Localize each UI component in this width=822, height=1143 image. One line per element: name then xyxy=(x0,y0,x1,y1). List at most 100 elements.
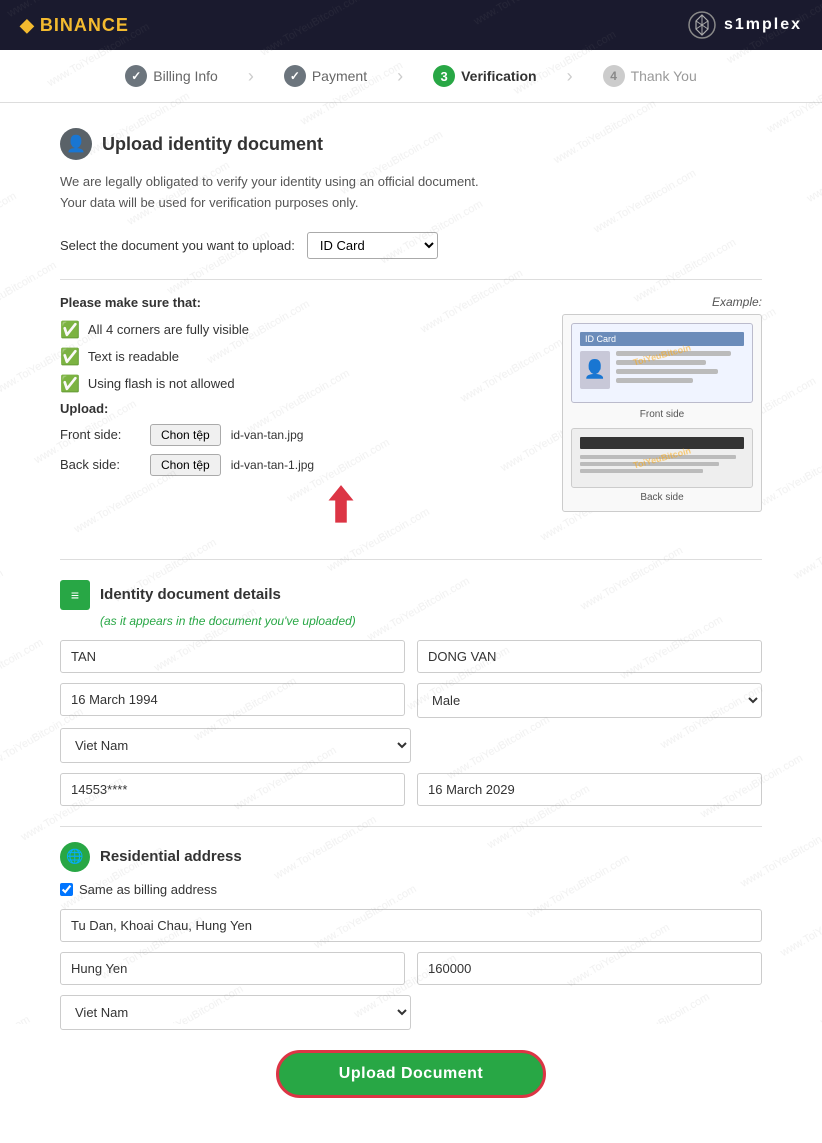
upload-inputs: Upload: Front side: Chon tệp id-van-tan.… xyxy=(60,401,542,524)
check-icon-3: ✅ xyxy=(60,374,80,394)
city-input[interactable] xyxy=(60,952,405,985)
identity-subtitle: (as it appears in the document you've up… xyxy=(100,614,762,628)
front-card-label: Front side xyxy=(571,409,753,420)
instructions-title: Please make sure that: xyxy=(60,295,542,310)
simplex-icon xyxy=(688,11,716,39)
id-back-stripe xyxy=(580,437,744,449)
doc-selector-row: Select the document you want to upload: … xyxy=(60,232,762,259)
postal-field xyxy=(417,952,762,985)
back-file-button[interactable]: Chon tệp xyxy=(150,454,221,476)
id-card-body: 👤 xyxy=(580,351,744,389)
main-content: 👤 Upload identity document We are legall… xyxy=(0,103,822,1143)
divider-1 xyxy=(60,279,762,280)
same-billing-checkbox[interactable] xyxy=(60,883,73,896)
step-sep-1: › xyxy=(248,66,254,87)
same-billing-row: Same as billing address xyxy=(60,882,762,897)
step-billing: ✓ Billing Info xyxy=(125,65,218,87)
front-upload-row: Front side: Chon tệp id-van-tan.jpg xyxy=(60,424,542,446)
country-row: Viet Nam United States United Kingdom xyxy=(60,728,762,763)
id-photo: 👤 xyxy=(580,351,610,389)
upload-section-header: 👤 Upload identity document xyxy=(60,128,762,160)
instructions: Please make sure that: ✅ All 4 corners a… xyxy=(60,295,542,539)
step-sep-2: › xyxy=(397,66,403,87)
divider-3 xyxy=(60,826,762,827)
arrow-up-indicator xyxy=(140,484,542,524)
upload-document-button[interactable]: Upload Document xyxy=(276,1050,546,1098)
last-name-field xyxy=(417,640,762,673)
identity-section: ≡ Identity document details (as it appea… xyxy=(60,580,762,806)
step3-circle: 3 xyxy=(433,65,455,87)
same-billing-label: Same as billing address xyxy=(79,882,217,897)
instruction-2: ✅ Text is readable xyxy=(60,347,542,367)
dob-gender-row: Male Female Other xyxy=(60,683,762,718)
identity-doc-icon: ≡ xyxy=(60,580,90,610)
header: ◆ BINANCE s1mplex xyxy=(0,0,822,50)
check-icon-2: ✅ xyxy=(60,347,80,367)
upload-desc: We are legally obligated to verify your … xyxy=(60,172,762,214)
upload-btn-row: Upload Document xyxy=(60,1050,762,1118)
upload-desc2: Your data will be used for verification … xyxy=(60,195,358,210)
arrow-up-svg xyxy=(326,484,356,524)
identity-title: Identity document details xyxy=(100,586,281,603)
person-icon: 👤 xyxy=(60,128,92,160)
name-row xyxy=(60,640,762,673)
step2-label: Payment xyxy=(312,68,367,84)
front-side-label: Front side: xyxy=(60,427,140,442)
instruction-1: ✅ All 4 corners are fully visible xyxy=(60,320,542,340)
doc-expiry-row xyxy=(60,773,762,806)
residential-section: 🌐 Residential address Same as billing ad… xyxy=(60,842,762,1030)
back-upload-row: Back side: Chon tệp id-van-tan-1.jpg xyxy=(60,454,542,476)
res-country-select[interactable]: Viet Nam United States United Kingdom xyxy=(60,995,411,1030)
country-select[interactable]: Viet Nam United States United Kingdom xyxy=(60,728,411,763)
id-card-front: ID Card 👤 ToiYeuBitcoin xyxy=(571,323,753,403)
example-box: Example: ID Card 👤 ToiYeuBitcoin xyxy=(562,295,762,539)
gender-select[interactable]: Male Female Other xyxy=(417,683,762,718)
first-name-field xyxy=(60,640,405,673)
steps-bar: ✓ Billing Info › ✓ Payment › 3 Verificat… xyxy=(0,50,822,103)
id-card-preview: ID Card 👤 ToiYeuBitcoin Front side xyxy=(562,314,762,512)
step1-label: Billing Info xyxy=(153,68,218,84)
step-payment: ✓ Payment xyxy=(284,65,367,87)
dob-field xyxy=(60,683,405,718)
divider-2 xyxy=(60,559,762,560)
simplex-logo: s1mplex xyxy=(688,11,802,39)
instruction-3-text: Using flash is not allowed xyxy=(88,376,235,391)
step-verification: 3 Verification xyxy=(433,65,536,87)
gender-field: Male Female Other xyxy=(417,683,762,718)
id-card-title-bar: ID Card xyxy=(580,332,744,346)
identity-header: ≡ Identity document details xyxy=(60,580,762,610)
back-side-label: Back side: xyxy=(60,457,140,472)
example-label: Example: xyxy=(562,295,762,309)
doc-number-input[interactable] xyxy=(60,773,405,806)
country-field: Viet Nam United States United Kingdom xyxy=(60,728,411,763)
city-postal-row xyxy=(60,952,762,985)
expiry-field xyxy=(417,773,762,806)
binance-label: BINANCE xyxy=(40,15,129,36)
res-country-row: Viet Nam United States United Kingdom xyxy=(60,995,762,1030)
res-country-field: Viet Nam United States United Kingdom xyxy=(60,995,411,1030)
id-back-lines xyxy=(580,455,744,473)
step-sep-3: › xyxy=(567,66,573,87)
residential-title: Residential address xyxy=(100,848,242,865)
postal-input[interactable] xyxy=(417,952,762,985)
expiry-input[interactable] xyxy=(417,773,762,806)
back-filename: id-van-tan-1.jpg xyxy=(231,458,314,472)
address-row xyxy=(60,909,762,942)
doc-type-select[interactable]: ID Card Passport Driver's License xyxy=(307,232,438,259)
city-field xyxy=(60,952,405,985)
step3-label: Verification xyxy=(461,68,536,84)
step4-label: Thank You xyxy=(631,68,697,84)
check-icon-1: ✅ xyxy=(60,320,80,340)
front-file-button[interactable]: Chon tệp xyxy=(150,424,221,446)
address-field xyxy=(60,909,762,942)
simplex-label: s1mplex xyxy=(724,16,802,34)
instructions-example: Please make sure that: ✅ All 4 corners a… xyxy=(60,295,762,539)
step2-circle: ✓ xyxy=(284,65,306,87)
address-input[interactable] xyxy=(60,909,762,942)
step4-circle: 4 xyxy=(603,65,625,87)
front-filename: id-van-tan.jpg xyxy=(231,428,304,442)
last-name-input[interactable] xyxy=(417,640,762,673)
dob-input[interactable] xyxy=(60,683,405,716)
first-name-input[interactable] xyxy=(60,640,405,673)
upload-title: Upload identity document xyxy=(102,134,323,155)
